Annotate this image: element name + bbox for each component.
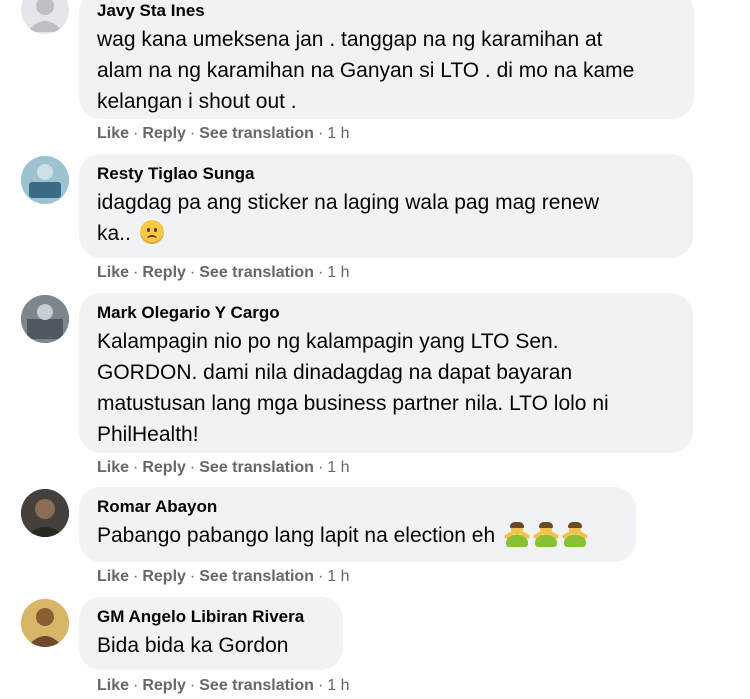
comment-bubble: Mark Olegario Y Cargo Kalampagin nio po …: [79, 293, 693, 453]
timestamp[interactable]: 1 h: [327, 459, 349, 476]
like-button[interactable]: Like: [97, 677, 129, 694]
commenter-name[interactable]: Javy Sta Ines: [97, 0, 676, 22]
avatar[interactable]: [21, 599, 69, 647]
person-gesturing-emoji: [561, 522, 589, 547]
timestamp[interactable]: 1 h: [327, 125, 349, 142]
commenter-name[interactable]: Romar Abayon: [97, 496, 618, 518]
reply-button[interactable]: Reply: [142, 459, 186, 476]
timestamp[interactable]: 1 h: [327, 677, 349, 694]
person-gesturing-emoji: [503, 522, 531, 547]
see-translation-link[interactable]: See translation: [199, 125, 314, 142]
like-button[interactable]: Like: [97, 568, 129, 585]
see-translation-link[interactable]: See translation: [199, 568, 314, 585]
comment-text: Kalampagin nio po ng kalampagin yang LTO…: [97, 330, 609, 446]
like-button[interactable]: Like: [97, 459, 129, 476]
avatar[interactable]: [21, 0, 69, 34]
reply-button[interactable]: Reply: [142, 677, 186, 694]
like-button[interactable]: Like: [97, 125, 129, 142]
comment-text: wag kana umeksena jan . tanggap na ng ka…: [97, 28, 635, 113]
reply-button[interactable]: Reply: [142, 264, 186, 281]
frowning-face-emoji: [139, 220, 164, 244]
reply-button[interactable]: Reply: [142, 125, 186, 142]
see-translation-link[interactable]: See translation: [199, 264, 314, 281]
commenter-name[interactable]: GM Angelo Libiran Rivera: [97, 606, 325, 628]
avatar[interactable]: [21, 295, 69, 343]
comment-actions: Like · Reply · See translation · 1 h: [97, 568, 350, 585]
commenter-name[interactable]: Resty Tiglao Sunga: [97, 163, 675, 185]
timestamp[interactable]: 1 h: [327, 568, 349, 585]
timestamp[interactable]: 1 h: [327, 264, 349, 281]
comment-text: Bida bida ka Gordon: [97, 634, 289, 657]
person-gesturing-emoji: [532, 522, 560, 547]
comment-text: Pabango pabango lang lapit na election e…: [97, 520, 618, 551]
see-translation-link[interactable]: See translation: [199, 677, 314, 694]
avatar[interactable]: [21, 489, 69, 537]
commenter-name[interactable]: Mark Olegario Y Cargo: [97, 302, 675, 324]
see-translation-link[interactable]: See translation: [199, 459, 314, 476]
avatar[interactable]: [21, 156, 69, 204]
comment-actions: Like · Reply · See translation · 1 h: [97, 125, 350, 142]
comment-bubble: GM Angelo Libiran Rivera Bida bida ka Go…: [79, 597, 343, 670]
comment-bubble: Resty Tiglao Sunga idagdag pa ang sticke…: [79, 154, 693, 258]
comment-actions: Like · Reply · See translation · 1 h: [97, 459, 350, 476]
comment-bubble: Romar Abayon Pabango pabango lang lapit …: [79, 487, 636, 562]
comment-bubble: Javy Sta Ines wag kana umeksena jan . ta…: [79, 0, 694, 119]
comment-actions: Like · Reply · See translation · 1 h: [97, 677, 350, 694]
comment-text: idagdag pa ang sticker na laging wala pa…: [97, 191, 600, 245]
like-button[interactable]: Like: [97, 264, 129, 281]
comment-actions: Like · Reply · See translation · 1 h: [97, 264, 350, 281]
reply-button[interactable]: Reply: [142, 568, 186, 585]
